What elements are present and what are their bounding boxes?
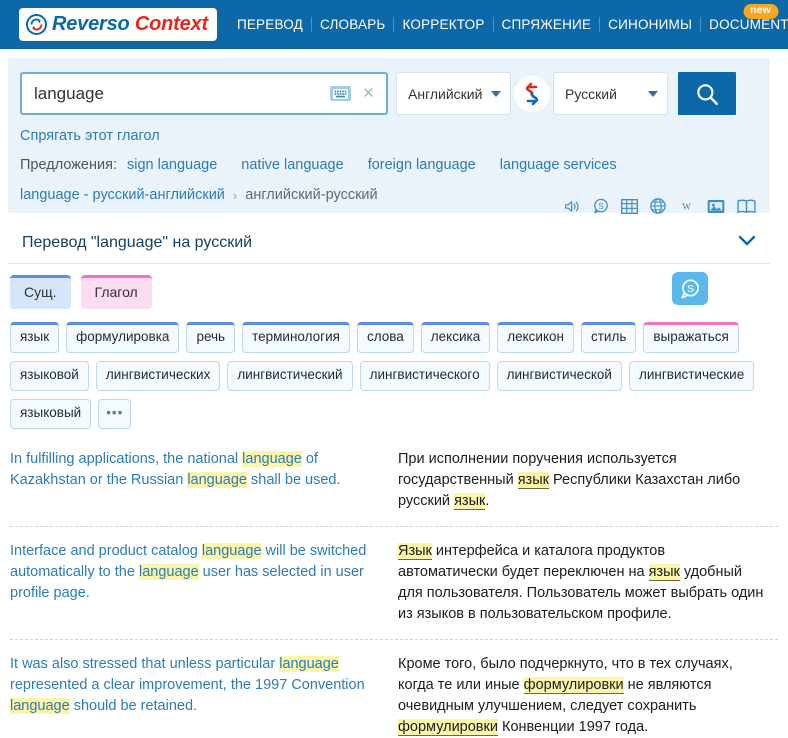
conjugate-verb-link[interactable]: Спрягать этот глагол	[20, 128, 758, 144]
site-header: Reverso Context ПЕРЕВОД СЛОВАРЬ КОРРЕКТО…	[0, 0, 788, 49]
target-language-select[interactable]: Русский	[553, 72, 668, 115]
suggestion-link-language-services[interactable]: language services	[500, 157, 617, 173]
nav-label: DOCUMENTS	[709, 17, 788, 32]
chip-translation[interactable]: язык	[10, 322, 60, 353]
suggestion-link-sign-language[interactable]: sign language	[127, 157, 217, 173]
search-box[interactable]: ×	[20, 72, 388, 115]
suggestion-link-foreign-language[interactable]: foreign language	[368, 157, 476, 173]
chip-translation[interactable]: слова	[356, 322, 414, 353]
image-icon[interactable]	[707, 199, 725, 214]
reverso-logo[interactable]: Reverso Context	[19, 8, 217, 41]
search-button[interactable]	[678, 72, 736, 115]
svg-text:S: S	[598, 202, 603, 211]
nav-label: КОРРЕКТОР	[402, 17, 485, 32]
tab-verb[interactable]: Глагол	[80, 275, 152, 309]
tab-label: Сущ.	[24, 284, 57, 301]
part-of-speech-tabs: Сущ. Глагол S	[10, 272, 770, 309]
source-language-label: Английский	[408, 85, 483, 102]
examples-list: In fulfilling applications, the national…	[10, 449, 778, 738]
example-row: Interface and product catalog language w…	[10, 541, 778, 640]
logo-text-reverso: Reverso	[52, 13, 130, 35]
chip-translation[interactable]: стиль	[580, 322, 637, 353]
swap-languages-button[interactable]	[514, 75, 550, 112]
search-panel: × Английский Русский Спрягать этот гл	[8, 58, 770, 214]
chip-translation[interactable]: терминология	[242, 322, 350, 353]
page-title: Перевод "language" на русский	[22, 234, 253, 251]
svg-text:S: S	[687, 283, 694, 295]
example-row: It was also stressed that unless particu…	[10, 654, 778, 738]
tab-noun[interactable]: Сущ.	[10, 275, 71, 309]
suggestions-row: Предложения: sign language native langua…	[20, 157, 758, 173]
translation-title-bar: Перевод "language" на русский	[8, 223, 770, 264]
breadcrumb-separator: ›	[232, 187, 238, 203]
magnifier-icon	[697, 83, 718, 105]
chevron-down-icon	[491, 90, 501, 97]
keyboard-icon[interactable]	[329, 86, 351, 101]
nav-item-synonyms[interactable]: СИНОНИМЫ	[599, 17, 700, 32]
reverso-context-button[interactable]: S	[672, 272, 708, 305]
suggestions-label: Предложения:	[20, 157, 117, 173]
search-row: × Английский Русский	[20, 72, 758, 115]
book-icon[interactable]	[737, 199, 756, 214]
nav-label: СПРЯЖЕНИЕ	[501, 17, 592, 32]
search-input[interactable]	[34, 83, 330, 104]
logo-text-context: Context	[134, 13, 208, 35]
example-source-text[interactable]: In fulfilling applications, the national…	[10, 449, 394, 512]
chip-translation[interactable]: языковой	[10, 360, 89, 391]
chip-translation[interactable]: лингвистического	[359, 360, 490, 391]
main-navigation: ПЕРЕВОД СЛОВАРЬ КОРРЕКТОР СПРЯЖЕНИЕ СИНО…	[229, 4, 788, 32]
example-source-text[interactable]: It was also stressed that unless particu…	[10, 654, 394, 738]
suggestion-link-native-language[interactable]: native language	[241, 157, 343, 173]
nav-item-documents[interactable]: new DOCUMENTS	[700, 4, 788, 32]
translation-chips: язык формулировка речь терминология слов…	[10, 322, 770, 429]
speaker-icon[interactable]	[564, 199, 581, 214]
nav-item-corrector[interactable]: КОРРЕКТОР	[393, 17, 492, 32]
wikipedia-icon[interactable]: W	[678, 199, 695, 213]
chip-translation[interactable]: формулировка	[66, 322, 180, 353]
nav-item-conjugation[interactable]: СПРЯЖЕНИЕ	[492, 17, 600, 32]
example-row: In fulfilling applications, the national…	[10, 449, 778, 527]
chip-translation[interactable]: выражаться	[643, 322, 739, 353]
target-language-label: Русский	[565, 85, 617, 102]
tool-icons-row: S W	[564, 198, 756, 214]
chip-translation[interactable]: лексика	[420, 322, 491, 353]
example-target-text[interactable]: Язык интерфейса и каталога продуктов авт…	[394, 541, 778, 625]
nav-label: СИНОНИМЫ	[608, 17, 693, 32]
reverso-circular-arrows-icon	[26, 14, 47, 35]
svg-text:W: W	[682, 202, 691, 212]
breadcrumb-link[interactable]: language - русский-английский	[20, 187, 225, 203]
nav-item-translation[interactable]: ПЕРЕВОД	[229, 17, 311, 32]
new-badge: new	[743, 4, 779, 19]
chip-translation[interactable]: лексикон	[497, 322, 574, 353]
chip-translation[interactable]: лингвистических	[95, 360, 221, 391]
tab-label: Глагол	[94, 284, 138, 301]
chip-more-translations[interactable]: •••	[98, 398, 132, 429]
chip-translation[interactable]: языковый	[10, 398, 92, 429]
chip-translation[interactable]: лингвистический	[227, 360, 353, 391]
example-target-text[interactable]: При исполнении поручения используется го…	[394, 449, 778, 512]
chip-translation[interactable]: лингвистической	[496, 360, 622, 391]
example-source-text[interactable]: Interface and product catalog language w…	[10, 541, 394, 625]
reverso-s-icon[interactable]: S	[593, 198, 609, 214]
nav-label: СЛОВАРЬ	[319, 17, 386, 32]
nav-label: ПЕРЕВОД	[236, 17, 303, 32]
clear-search-icon[interactable]: ×	[361, 84, 376, 103]
nav-item-dictionary[interactable]: СЛОВАРЬ	[310, 17, 394, 32]
table-icon[interactable]	[621, 198, 638, 214]
chip-translation[interactable]: речь	[186, 322, 236, 353]
chevron-down-icon[interactable]	[738, 235, 756, 251]
source-language-select[interactable]: Английский	[396, 72, 511, 115]
globe-icon[interactable]	[650, 198, 666, 214]
example-target-text[interactable]: Кроме того, было подчеркнуто, что в тех …	[394, 654, 778, 738]
swap-languages-icon	[525, 82, 539, 105]
reverso-s-icon: S	[681, 279, 699, 298]
chip-translation[interactable]: лингвистические	[628, 360, 755, 391]
breadcrumb-current: английский-русский	[245, 187, 378, 203]
chevron-down-icon	[648, 90, 658, 97]
